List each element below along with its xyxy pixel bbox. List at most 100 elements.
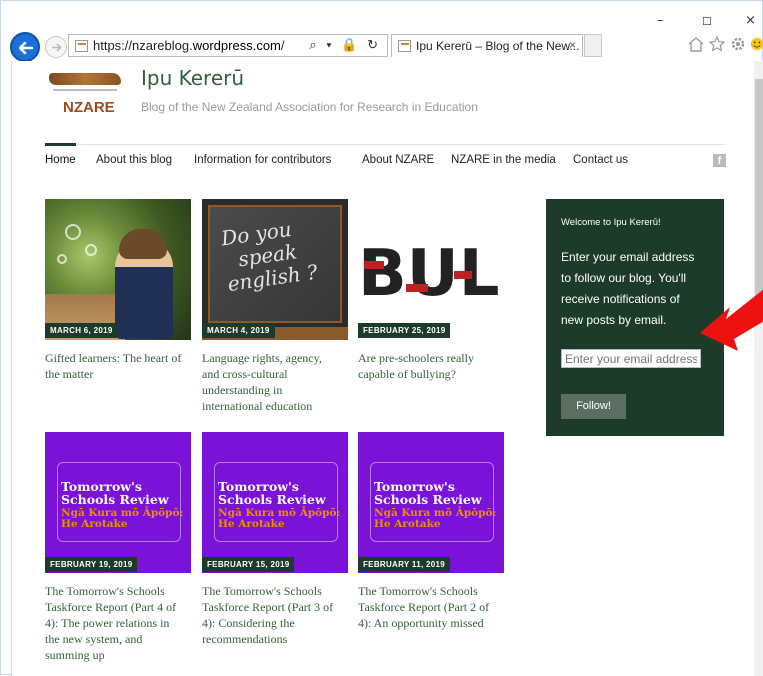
nav-item-contact[interactable]: Contact us — [573, 154, 628, 166]
gear-icon[interactable] — [729, 35, 747, 53]
maximize-button[interactable]: ☐ — [702, 15, 712, 28]
scrollbar-thumb[interactable] — [755, 79, 763, 299]
post-date[interactable]: FEBRUARY 15, 2019 — [202, 557, 295, 572]
post-title[interactable]: The Tomorrow's Schools Taskforce Report … — [202, 583, 333, 647]
word-collage-shape — [406, 284, 428, 292]
post-title-line[interactable]: recommendations — [202, 631, 333, 647]
post-title-line[interactable]: The Tomorrow's Schools — [358, 583, 489, 599]
post-title[interactable]: The Tomorrow's Schools Taskforce Report … — [358, 583, 489, 631]
nav-item-contributors[interactable]: Information for contributors — [194, 154, 331, 166]
main-navigation: Home About this blog Information for con… — [45, 143, 726, 175]
post-title-line[interactable]: international education — [202, 398, 322, 414]
post-date[interactable]: FEBRUARY 11, 2019 — [358, 557, 451, 572]
smiley-icon[interactable] — [750, 35, 763, 53]
review-sub-line: He Arotake — [61, 518, 128, 530]
post-title-line[interactable]: The Tomorrow's Schools — [45, 583, 176, 599]
home-icon[interactable] — [687, 35, 705, 53]
post-date[interactable]: MARCH 4, 2019 — [202, 323, 275, 338]
post-thumbnail-review-3[interactable]: Tomorrow's Schools Review Ngā Kura mō Āpō… — [202, 432, 348, 573]
post-title[interactable]: Gifted learners: The heart of the matter — [45, 350, 181, 382]
post-title-line[interactable]: capable of bullying? — [358, 366, 474, 382]
widget-description-line: new posts by email. — [561, 313, 667, 327]
child-hair — [119, 229, 167, 259]
tab-favicon-icon — [398, 40, 411, 52]
word-collage-shape — [454, 271, 472, 279]
post-title-line[interactable]: Language rights, agency, — [202, 350, 322, 366]
review-heading: Tomorrow's Schools Review — [374, 480, 494, 506]
nav-item-media[interactable]: NZARE in the media — [451, 154, 556, 166]
post-thumbnail-review-2[interactable]: Tomorrow's Schools Review Ngā Kura mō Āpō… — [358, 432, 504, 573]
nav-item-about-blog[interactable]: About this blog — [96, 154, 172, 166]
review-subheading: Ngā Kura mō Āpōpō: He Arotake — [61, 508, 185, 530]
url-text: https://nzareblog.wordpress.com/ — [93, 38, 285, 53]
review-sub-line: He Arotake — [218, 518, 285, 530]
post-title-line[interactable]: understanding in — [202, 382, 322, 398]
post-date[interactable]: FEBRUARY 19, 2019 — [45, 557, 138, 572]
review-heading: Tomorrow's Schools Review — [218, 480, 338, 506]
vertical-scrollbar[interactable] — [754, 61, 763, 676]
post-thumbnail-language[interactable]: Do you speak english ? — [202, 199, 348, 340]
back-button[interactable] — [10, 32, 40, 62]
nav-item-home[interactable]: Home — [45, 143, 76, 166]
review-heading-line: Schools Review — [374, 492, 482, 507]
review-subheading: Ngā Kura mō Āpōpō: He Arotake — [374, 508, 498, 530]
post-title[interactable]: Language rights, agency, and cross-cultu… — [202, 350, 322, 414]
red-arrow-annotation — [700, 289, 763, 351]
post-title[interactable]: Are pre-schoolers really capable of bull… — [358, 350, 474, 382]
post-date[interactable]: FEBRUARY 25, 2019 — [358, 323, 451, 338]
bubble-shape — [57, 254, 67, 264]
post-title-line[interactable]: 4): An opportunity missed — [358, 615, 489, 631]
post-thumbnail-review-4[interactable]: Tomorrow's Schools Review Ngā Kura mō Āpō… — [45, 432, 191, 573]
logo-text: NZARE — [63, 99, 115, 116]
address-tools[interactable]: ⌕ ▾ 🔒 ↻ — [309, 37, 381, 53]
forward-button[interactable] — [45, 36, 67, 58]
browser-tab[interactable]: Ipu Kererū – Blog of the New... × — [391, 34, 583, 57]
forward-arrow-icon — [52, 43, 62, 52]
post-title-line[interactable]: Are pre-schoolers really — [358, 350, 474, 366]
site-title[interactable]: Ipu Kererū — [141, 66, 244, 90]
tab-close-button[interactable]: × — [569, 38, 576, 52]
post-date[interactable]: MARCH 6, 2019 — [45, 323, 118, 338]
post-title-line[interactable]: the matter — [45, 366, 181, 382]
star-icon[interactable] — [708, 35, 726, 53]
post-title-line[interactable]: Taskforce Report (Part 4 of — [45, 599, 176, 615]
review-heading-line: Schools Review — [218, 492, 326, 507]
post-title[interactable]: The Tomorrow's Schools Taskforce Report … — [45, 583, 176, 663]
post-title-line[interactable]: summing up — [45, 647, 176, 663]
logo-divider — [53, 89, 117, 91]
post-title-line[interactable]: and cross-cultural — [202, 366, 322, 382]
post-title-line[interactable]: Taskforce Report (Part 3 of — [202, 599, 333, 615]
post-title-line[interactable]: Gifted learners: The heart of — [45, 350, 181, 366]
review-sub-line: He Arotake — [374, 518, 441, 530]
kereru-bird-icon — [49, 73, 121, 85]
site-logo[interactable]: NZARE — [49, 73, 121, 119]
post-title-line[interactable]: 4): The power relations in — [45, 615, 176, 631]
widget-title: Welcome to Ipu Kererū! — [561, 217, 661, 228]
bubble-shape — [85, 244, 97, 256]
post-thumbnail-bullying[interactable]: BULLY — [358, 199, 504, 340]
widget-description-line: receive notifications of — [561, 292, 680, 306]
nav-item-about-nzare[interactable]: About NZARE — [362, 154, 434, 166]
site-tagline: Blog of the New Zealand Association for … — [141, 100, 478, 114]
bully-word: BULLY — [358, 244, 504, 304]
minimize-button[interactable]: – — [657, 13, 664, 28]
back-arrow-icon — [18, 41, 34, 55]
email-input[interactable] — [561, 349, 701, 368]
widget-description-line: Enter your email address — [561, 250, 695, 264]
word-collage-shape — [364, 261, 384, 269]
widget-description-line: to follow our blog. You'll — [561, 271, 687, 285]
address-bar[interactable]: https://nzareblog.wordpress.com/ ⌕ ▾ 🔒 ↻ — [68, 34, 388, 57]
facebook-icon[interactable]: f — [713, 154, 726, 167]
browser-window: – ☐ × https://nzareblog.wordpress.com/ ⌕… — [0, 0, 763, 676]
new-tab-button[interactable] — [584, 34, 602, 57]
follow-button[interactable]: Follow! — [561, 394, 626, 419]
close-window-button[interactable]: × — [745, 13, 756, 28]
tab-title: Ipu Kererū – Blog of the New... — [416, 39, 580, 53]
review-heading-line: Schools Review — [61, 492, 169, 507]
post-title-line[interactable]: Taskforce Report (Part 2 of — [358, 599, 489, 615]
post-title-line[interactable]: The Tomorrow's Schools — [202, 583, 333, 599]
widget-description: Enter your email address to follow our b… — [561, 247, 716, 331]
post-thumbnail-gifted[interactable] — [45, 199, 191, 340]
post-title-line[interactable]: the new system, and — [45, 631, 176, 647]
post-title-line[interactable]: 4): Considering the — [202, 615, 333, 631]
